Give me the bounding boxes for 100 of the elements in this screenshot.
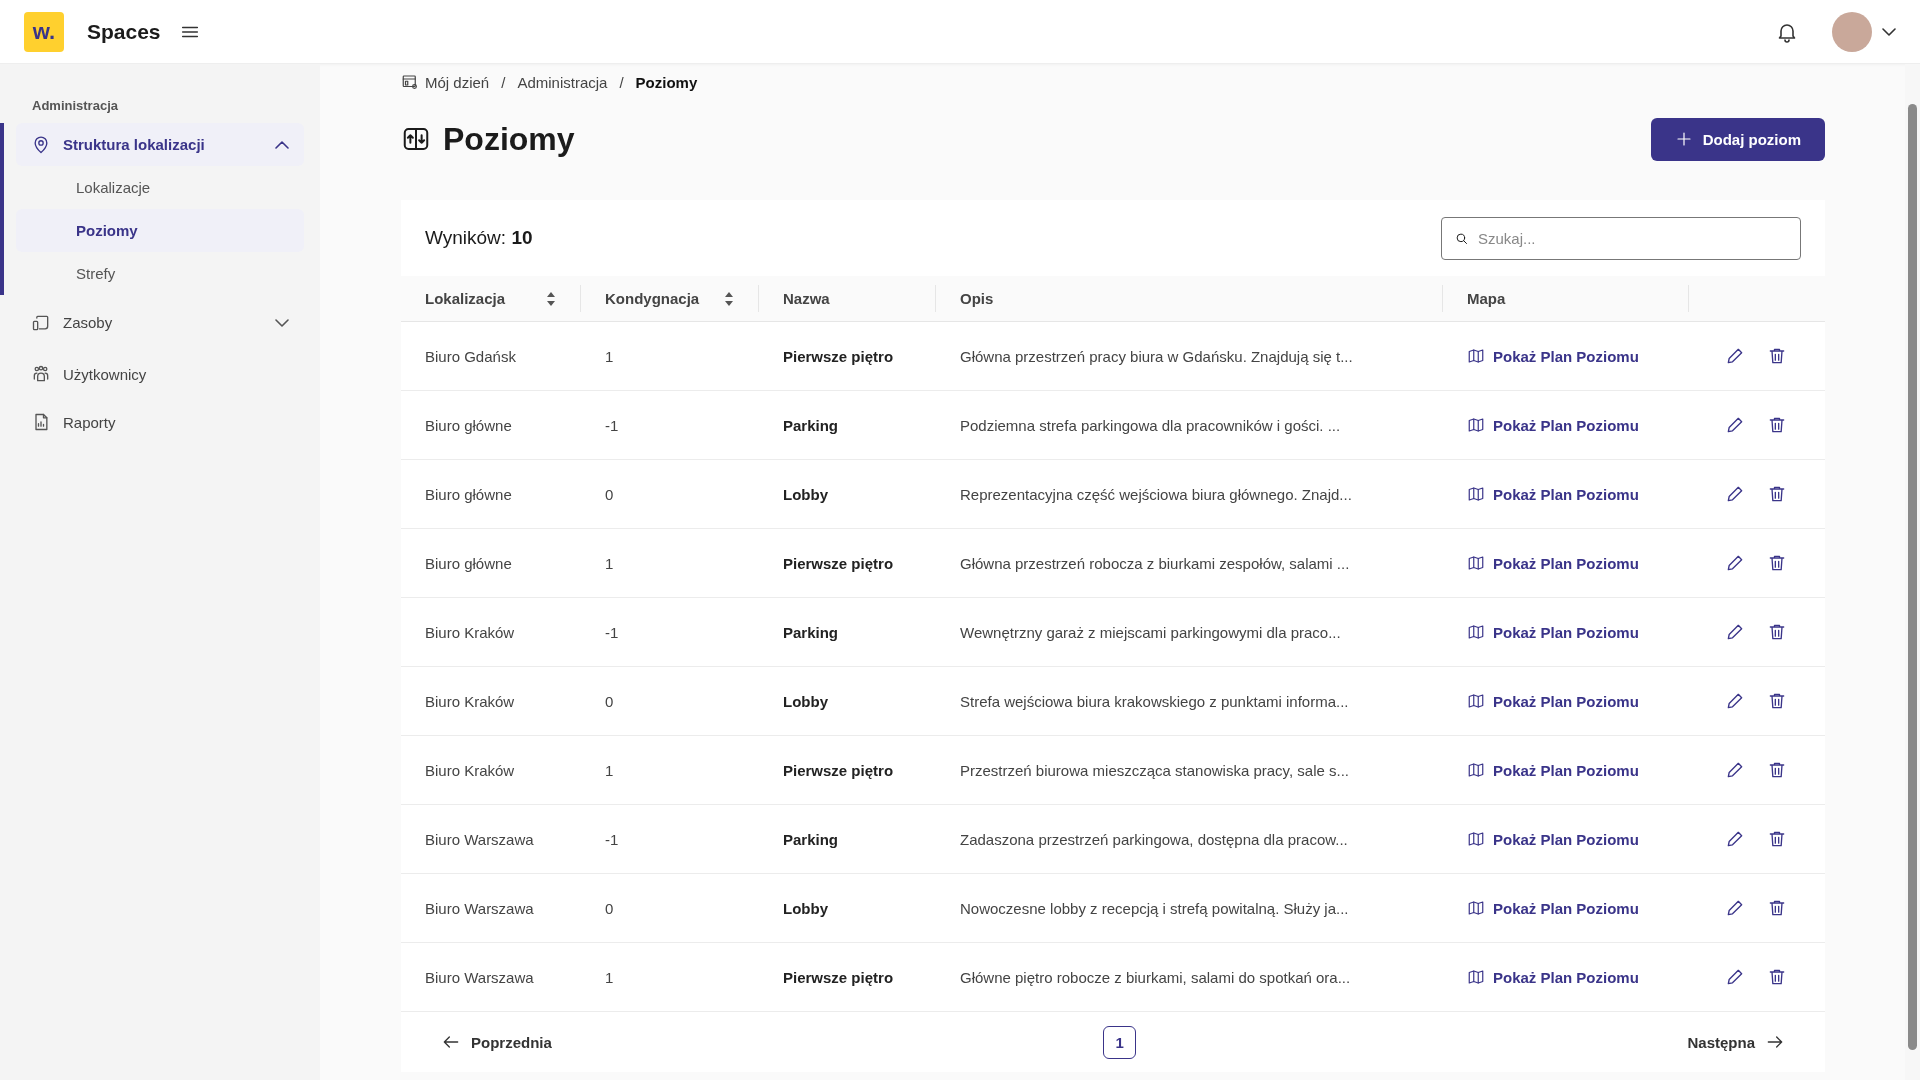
- app-logo[interactable]: w.: [24, 11, 64, 52]
- floor-plan-link[interactable]: Pokaż Plan Poziomu: [1467, 692, 1639, 710]
- column-header[interactable]: Kondygnacja: [581, 285, 759, 312]
- delete-button[interactable]: [1767, 967, 1787, 987]
- floor-plan-link[interactable]: Pokaż Plan Poziomu: [1467, 554, 1639, 572]
- delete-button[interactable]: [1767, 691, 1787, 711]
- edit-button[interactable]: [1725, 898, 1745, 918]
- map-icon: [1467, 554, 1485, 572]
- sidebar-subitem[interactable]: Strefy: [16, 252, 304, 295]
- table-cell-text: Główna przestrzeń robocza z biurkami zespołów, salami ...: [959, 554, 1351, 572]
- users-icon: [31, 364, 51, 384]
- map-icon: [1467, 416, 1485, 434]
- table-cell-text: Pierwsze piętro: [782, 347, 895, 365]
- table-cell-text: 1: [604, 968, 615, 986]
- floor-plan-link[interactable]: Pokaż Plan Poziomu: [1467, 623, 1639, 641]
- delete-button[interactable]: [1767, 346, 1787, 366]
- floor-plan-link[interactable]: Pokaż Plan Poziomu: [1467, 899, 1639, 917]
- table-cell-text: Wewnętrzny garaż z miejscami parkingowymi dla praco...: [959, 623, 1342, 641]
- trash-icon: [1767, 484, 1787, 504]
- scrollbar-thumb[interactable]: [1908, 104, 1917, 1050]
- floor-plan-link[interactable]: Pokaż Plan Poziomu: [1467, 761, 1639, 779]
- pencil-icon: [1725, 415, 1745, 435]
- table-cell-text: -1: [604, 416, 620, 434]
- page-title: Poziomy: [443, 120, 576, 158]
- column-header[interactable]: Lokalizacja: [401, 285, 581, 312]
- edit-button[interactable]: [1725, 691, 1745, 711]
- trash-icon: [1767, 691, 1787, 711]
- edit-button[interactable]: [1725, 553, 1745, 573]
- search-field[interactable]: Szukaj...: [1441, 216, 1801, 260]
- table-cell-text: 0: [604, 692, 615, 710]
- delete-button[interactable]: [1767, 760, 1787, 780]
- sidebar-subitem[interactable]: Lokalizacje: [16, 166, 304, 209]
- pencil-icon: [1725, 967, 1745, 987]
- pencil-icon: [1725, 760, 1745, 780]
- table-cell-text: Pierwsze piętro: [782, 968, 895, 986]
- page-button[interactable]: 1: [1103, 1025, 1137, 1059]
- table-cell-text: Biuro Kraków: [424, 623, 516, 641]
- edit-button[interactable]: [1725, 829, 1745, 849]
- delete-button[interactable]: [1767, 484, 1787, 504]
- edit-button[interactable]: [1725, 622, 1745, 642]
- floor-plan-link[interactable]: Pokaż Plan Poziomu: [1467, 485, 1639, 503]
- table-cell-text: -1: [604, 623, 620, 641]
- trash-icon: [1767, 898, 1787, 918]
- table-cell-text: Biuro Gdańsk: [424, 347, 517, 365]
- delete-button[interactable]: [1767, 829, 1787, 849]
- sidebar-subitem[interactable]: Poziomy: [16, 209, 304, 252]
- table-cell-text: Lobby: [782, 899, 829, 917]
- table-cell-text: Parking: [782, 416, 840, 434]
- delete-button[interactable]: [1767, 622, 1787, 642]
- table-cell-text: Główne piętro robocze z biurkami, salami do spotkań ora...: [959, 968, 1352, 986]
- pencil-icon: [1725, 691, 1745, 711]
- edit-button[interactable]: [1725, 967, 1745, 987]
- profile-menu-button[interactable]: [1882, 27, 1896, 36]
- table-cell-text: 1: [604, 347, 615, 365]
- breadcrumb-link[interactable]: Poziomy: [635, 73, 698, 91]
- trash-icon: [1767, 415, 1787, 435]
- column-header: Mapa: [1443, 285, 1689, 312]
- table-cell-text: Parking: [782, 830, 840, 848]
- map-icon: [1467, 485, 1485, 503]
- trash-icon: [1767, 760, 1787, 780]
- delete-button[interactable]: [1767, 898, 1787, 918]
- next-page-button[interactable]: Następna: [1687, 1032, 1785, 1052]
- table-cell-text: Podziemna strefa parkingowa dla pracowników i gości. ...: [959, 416, 1342, 434]
- trash-icon: [1767, 622, 1787, 642]
- map-icon: [1467, 623, 1485, 641]
- table-cell-text: Pierwsze piętro: [782, 554, 895, 572]
- column-header: Opis: [936, 285, 1443, 312]
- delete-button[interactable]: [1767, 553, 1787, 573]
- breadcrumb-link[interactable]: Mój dzień: [425, 73, 490, 91]
- sidebar-item[interactable]: Struktura lokalizacji: [16, 123, 304, 166]
- sidebar-item[interactable]: Użytkownicy: [16, 350, 304, 398]
- edit-button[interactable]: [1725, 415, 1745, 435]
- floor-plan-link[interactable]: Pokaż Plan Poziomu: [1467, 347, 1639, 365]
- sidebar-item[interactable]: Raporty: [16, 398, 304, 446]
- table-cell-text: Reprezentacyjna część wejściowa biura głównego. Znajd...: [959, 485, 1353, 503]
- map-icon: [1467, 692, 1485, 710]
- table-cell-text: Parking: [782, 623, 840, 641]
- trash-icon: [1767, 553, 1787, 573]
- sort-icon: [724, 290, 734, 307]
- breadcrumb-separator: /: [501, 73, 506, 91]
- pencil-icon: [1725, 622, 1745, 642]
- table-cell-text: Biuro główne: [424, 485, 513, 503]
- breadcrumb-separator: /: [619, 73, 624, 91]
- pencil-icon: [1725, 829, 1745, 849]
- edit-button[interactable]: [1725, 760, 1745, 780]
- breadcrumb-link[interactable]: Administracja: [517, 73, 608, 91]
- sort-icon: [546, 290, 556, 307]
- sidebar-item[interactable]: Zasoby: [16, 301, 304, 344]
- floor-plan-link[interactable]: Pokaż Plan Poziomu: [1467, 968, 1639, 986]
- previous-page-button[interactable]: Poprzednia: [441, 1032, 552, 1052]
- edit-button[interactable]: [1725, 484, 1745, 504]
- add-level-button[interactable]: Dodaj poziom: [1650, 117, 1825, 161]
- table-cell-text: Pierwsze piętro: [782, 761, 895, 779]
- map-icon: [1467, 347, 1485, 365]
- table-cell-text: Biuro główne: [424, 554, 513, 572]
- floor-plan-link[interactable]: Pokaż Plan Poziomu: [1467, 830, 1639, 848]
- floor-plan-link[interactable]: Pokaż Plan Poziomu: [1467, 416, 1639, 434]
- table-cell-text: 0: [604, 485, 615, 503]
- delete-button[interactable]: [1767, 415, 1787, 435]
- edit-button[interactable]: [1725, 346, 1745, 366]
